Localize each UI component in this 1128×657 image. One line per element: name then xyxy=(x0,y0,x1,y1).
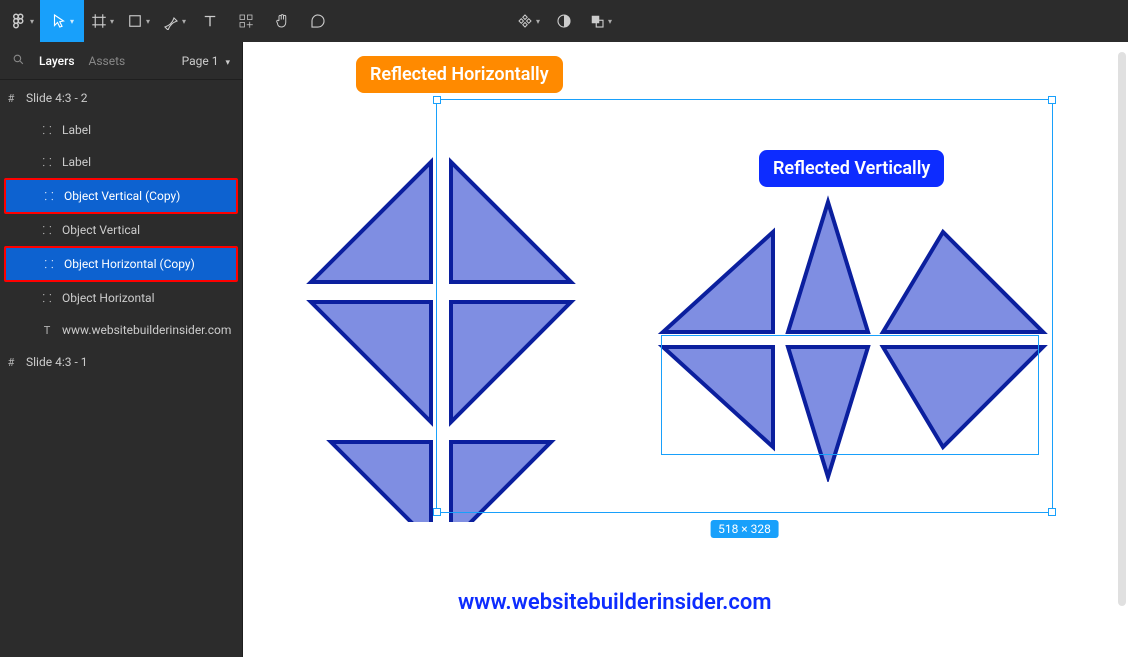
layer-obj-vert-copy[interactable]: ⸬ Object Vertical (Copy) xyxy=(4,178,238,214)
components-tool[interactable]: ▾ xyxy=(510,0,546,42)
shape-tool[interactable]: ▾ xyxy=(120,0,156,42)
cursor-icon xyxy=(50,12,68,30)
move-tool[interactable]: ▾ xyxy=(40,0,84,42)
layers-panel: Layers Assets Page 1 ▾ # Slide 4:3 - 2 ⸬… xyxy=(0,42,243,657)
frame-slide-2[interactable]: # Slide 4:3 - 2 xyxy=(0,82,242,114)
group-icon: ⸬ xyxy=(40,123,54,138)
frame-icon: # xyxy=(4,356,18,369)
chevron-down-icon: ▾ xyxy=(536,17,540,26)
mask-tool[interactable] xyxy=(546,0,582,42)
comment-tool[interactable] xyxy=(300,0,336,42)
frame-tool[interactable]: ▾ xyxy=(84,0,120,42)
comment-icon xyxy=(309,12,327,30)
group-icon: ⸬ xyxy=(42,257,56,272)
tab-assets[interactable]: Assets xyxy=(89,54,126,68)
frame-slide-1[interactable]: # Slide 4:3 - 1 xyxy=(0,346,242,378)
component-icon xyxy=(516,12,534,30)
hand-icon xyxy=(273,12,291,30)
label-reflected-horizontal: Reflected Horizontally xyxy=(356,56,563,93)
canvas-scrollbar[interactable] xyxy=(1118,52,1126,606)
top-toolbar: ▾ ▾ ▾ ▾ ▾ ▾ ▾ xyxy=(0,0,1128,42)
figma-icon xyxy=(10,12,28,30)
layer-label-2[interactable]: ⸬ Label xyxy=(0,146,242,178)
chevron-down-icon: ▾ xyxy=(182,17,186,26)
group-icon: ⸬ xyxy=(42,189,56,204)
page-selector[interactable]: Page 1 ▾ xyxy=(182,54,230,68)
text-tool[interactable] xyxy=(192,0,228,42)
boolean-icon xyxy=(588,12,606,30)
resources-tool[interactable] xyxy=(228,0,264,42)
text-icon xyxy=(201,12,219,30)
selection-handle-tr[interactable] xyxy=(1048,96,1056,104)
group-icon: ⸬ xyxy=(40,291,54,306)
toolbar-center: ▾ ▾ xyxy=(510,0,618,42)
selection-outer[interactable]: 518 × 328 xyxy=(436,99,1053,513)
layer-obj-horiz[interactable]: ⸬ Object Horizontal xyxy=(0,282,242,314)
frame-icon xyxy=(90,12,108,30)
pen-icon xyxy=(162,12,180,30)
chevron-down-icon: ▾ xyxy=(110,17,114,26)
selection-handle-br[interactable] xyxy=(1048,508,1056,516)
chevron-down-icon: ▾ xyxy=(70,17,74,26)
figma-menu[interactable]: ▾ xyxy=(4,0,40,42)
resources-icon xyxy=(237,12,255,30)
layer-obj-vert[interactable]: ⸬ Object Vertical xyxy=(0,214,242,246)
canvas[interactable]: Reflected Horizontally Reflected Vertica… xyxy=(243,42,1128,657)
selection-handle-tl[interactable] xyxy=(433,96,441,104)
chevron-down-icon: ▾ xyxy=(146,17,150,26)
chevron-down-icon: ▾ xyxy=(30,17,34,26)
mask-icon xyxy=(555,12,573,30)
layers-list: # Slide 4:3 - 2 ⸬ Label ⸬ Label ⸬ Object… xyxy=(0,80,242,380)
pen-tool[interactable]: ▾ xyxy=(156,0,192,42)
selection-size-badge: 518 × 328 xyxy=(710,520,779,538)
search-icon[interactable] xyxy=(12,53,25,69)
group-icon: ⸬ xyxy=(40,223,54,238)
layer-url[interactable]: T www.websitebuilderinsider.com xyxy=(0,314,242,346)
rectangle-icon xyxy=(126,12,144,30)
chevron-down-icon: ▾ xyxy=(608,17,612,26)
tab-layers[interactable]: Layers xyxy=(39,54,75,68)
layer-obj-horiz-copy[interactable]: ⸬ Object Horizontal (Copy) xyxy=(4,246,238,282)
selection-handle-bl[interactable] xyxy=(433,508,441,516)
layer-label-1[interactable]: ⸬ Label xyxy=(0,114,242,146)
canvas-url-text: www.websitebuilderinsider.com xyxy=(458,590,771,615)
boolean-tool[interactable]: ▾ xyxy=(582,0,618,42)
panel-header: Layers Assets Page 1 ▾ xyxy=(0,42,242,80)
hand-tool[interactable] xyxy=(264,0,300,42)
text-icon: T xyxy=(40,324,54,337)
chevron-down-icon: ▾ xyxy=(225,58,230,68)
group-icon: ⸬ xyxy=(40,155,54,170)
frame-icon: # xyxy=(4,92,18,105)
